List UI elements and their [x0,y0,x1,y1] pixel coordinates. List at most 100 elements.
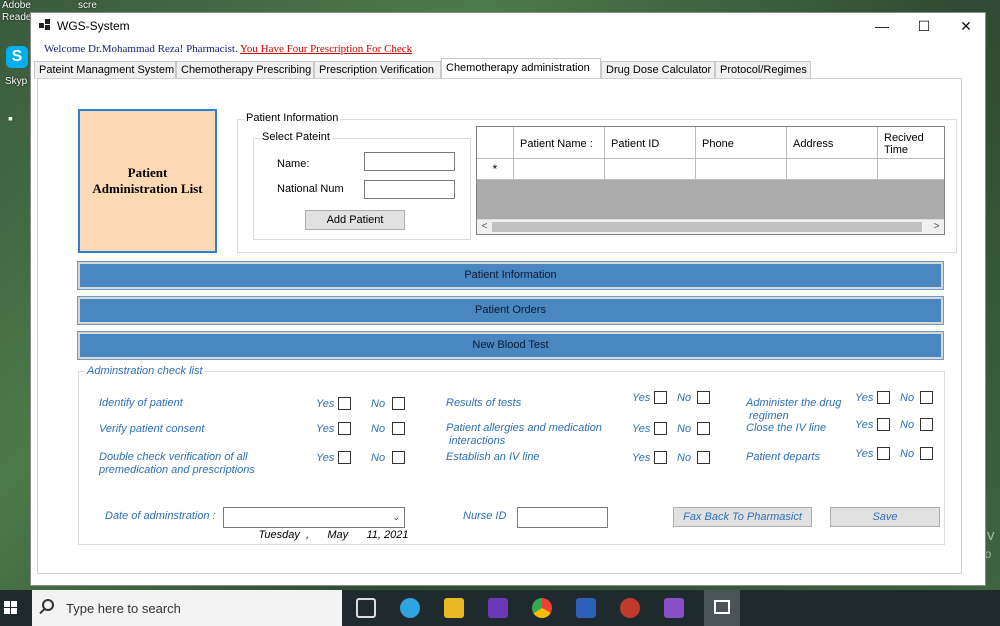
tab-chemotherapy-prescribing[interactable]: Chemotherapy Prescribing [176,61,314,79]
scroll-left-icon[interactable]: < [477,220,492,234]
tab-drug-dose-calculator[interactable]: Drug Dose Calculator [601,61,715,79]
double-check-no-checkbox[interactable] [392,451,405,464]
new-blood-test-section-button[interactable]: New Blood Test [77,331,944,360]
patient-administration-list-button[interactable]: Patient Administration List [78,109,217,253]
allergies-no-checkbox[interactable] [697,422,710,435]
welcome-line: Welcome Dr.Mohammad Reza! Pharmacist. Yo… [44,43,412,55]
no-label: No [677,423,692,435]
administer-drug-no-checkbox[interactable] [920,391,933,404]
add-patient-button[interactable]: Add Patient [305,210,405,230]
grid-column-header[interactable]: Patient ID [605,127,696,159]
yes-label: Yes [855,392,874,404]
allergies-yes-checkbox[interactable] [654,422,667,435]
grid-cell[interactable] [787,159,878,180]
grid-new-row-marker: * [477,159,514,180]
close-iv-yes-checkbox[interactable] [877,418,890,431]
no-label: No [677,452,692,464]
scroll-thumb[interactable] [492,222,922,232]
scroll-right-icon[interactable]: > [929,220,944,234]
checklist-item-label: Administer the drug [746,397,842,409]
double-check-yes-checkbox[interactable] [338,451,351,464]
grid-column-header[interactable]: Phone [696,127,787,159]
maximize-button[interactable]: ☐ [903,13,945,39]
word-icon[interactable] [576,598,596,618]
patient-departs-no-checkbox[interactable] [920,447,933,460]
nurse-id-label: Nurse ID [463,510,507,522]
fax-back-button[interactable]: Fax Back To Pharmasict [673,507,812,527]
welcome-greeting: Welcome Dr.Mohammad Reza! Pharmacist. [44,43,238,55]
windows-start-icon[interactable] [0,590,32,626]
close-iv-no-checkbox[interactable] [920,418,933,431]
chevron-down-icon[interactable]: ⌄ [392,508,400,526]
verify-consent-no-checkbox[interactable] [392,422,405,435]
tab-protocol-regimes[interactable]: Protocol/Regimes [715,61,811,79]
file-explorer-icon[interactable] [444,598,464,618]
save-button[interactable]: Save [830,507,940,527]
results-tests-yes-checkbox[interactable] [654,391,667,404]
verify-consent-yes-checkbox[interactable] [338,422,351,435]
grid-cell[interactable] [605,159,696,180]
desktop-icon-label: Adobe [2,0,31,11]
nurse-id-input[interactable] [517,507,608,528]
name-input[interactable] [364,152,455,171]
desktop-icon-label: Skyp [5,76,28,87]
grid-cell[interactable] [878,159,944,180]
tab-page: Patient Administration List Patient Info… [37,78,962,574]
patient-grid[interactable]: Patient Name : Patient ID Phone Address … [476,126,945,235]
tab-chemotherapy-administration[interactable]: Chemotherapy administration [441,58,601,80]
window-title: WGS-System [57,19,130,33]
admin-list-line1: Patient [127,165,168,180]
establish-iv-yes-checkbox[interactable] [654,451,667,464]
tab-patient-management[interactable]: Pateint Managment System [34,61,176,79]
grid-row-header [477,127,514,159]
name-label: Name: [277,158,310,170]
national-num-input[interactable] [364,180,455,199]
tab-prescription-verification[interactable]: Prescription Verification [314,61,441,79]
checklist-title: Adminstration check list [85,365,205,377]
patient-orders-section-button[interactable]: Patient Orders [77,296,944,325]
establish-iv-no-checkbox[interactable] [697,451,710,464]
date-picker[interactable]: Tuesday , May 11, 2021 ⌄ [223,507,408,541]
date-value: Tuesday , May 11, 2021 [258,529,409,541]
yes-label: Yes [632,392,651,404]
grid-cell[interactable] [514,159,605,180]
date-of-administration-label: Date of adminstration : [105,510,216,522]
grid-column-header[interactable]: Recived Time [878,127,944,159]
no-label: No [900,392,915,404]
prescription-alert-link[interactable]: You Have Four Prescription For Check [240,43,412,55]
visual-studio-icon[interactable] [664,598,684,618]
grid-cell[interactable] [696,159,787,180]
snipping-tool-icon[interactable]: ▪ [8,110,24,126]
minimize-button[interactable]: — [861,13,903,39]
grid-column-header[interactable]: Address [787,127,878,159]
app-window: WGS-System — ☐ ✕ Welcome Dr.Mohammad Rez… [30,12,986,586]
taskbar-search-box[interactable]: Type here to search [32,590,342,626]
patient-information-section-button[interactable]: Patient Information [77,261,944,290]
section-label: Patient Information [464,269,557,281]
video-editor-icon[interactable] [488,598,508,618]
identify-patient-no-checkbox[interactable] [392,397,405,410]
checklist-item-label: Close the IV line [746,422,827,434]
section-label: Patient Orders [475,304,546,316]
no-label: No [677,392,692,404]
wgs-system-taskbar-button[interactable] [704,590,740,626]
powerpoint-icon[interactable] [620,598,640,618]
results-tests-no-checkbox[interactable] [697,391,710,404]
skype-icon[interactable]: S [6,46,28,68]
patient-departs-yes-checkbox[interactable] [877,447,890,460]
search-icon [42,599,54,611]
identify-patient-yes-checkbox[interactable] [338,397,351,410]
task-view-icon[interactable] [356,598,376,618]
checklist-item-label-line2: interactions [449,435,506,447]
close-button[interactable]: ✕ [945,13,987,39]
national-num-label: National Num [277,183,344,195]
telegram-icon[interactable] [400,598,420,618]
taskbar: Type here to search [0,590,1000,626]
title-bar[interactable]: WGS-System — ☐ ✕ [31,13,985,39]
grid-horizontal-scrollbar[interactable]: < > [477,219,944,234]
checklist-item-label: Patient allergies and medication [446,422,602,434]
administer-drug-yes-checkbox[interactable] [877,391,890,404]
grid-column-header[interactable]: Patient Name : [514,127,605,159]
no-label: No [371,423,386,435]
chrome-icon[interactable] [532,598,552,618]
